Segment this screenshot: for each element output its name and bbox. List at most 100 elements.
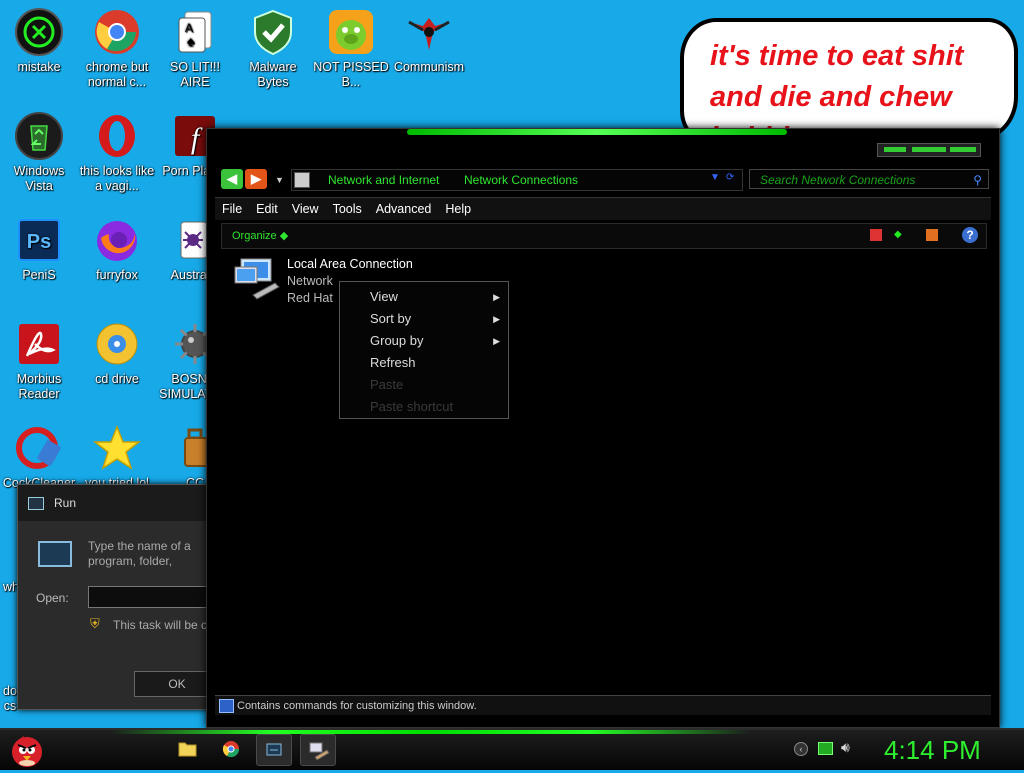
run-dialog-titlebar[interactable]: Run: [18, 485, 218, 521]
uac-shield-icon: ⛨: [90, 616, 100, 631]
desktop-icon-label: NOT PISSED B...: [313, 60, 389, 89]
desktop-icon-cockcleaner[interactable]: CockCleaner: [0, 424, 78, 491]
context-menu-view[interactable]: View ▶: [340, 286, 508, 308]
breadcrumb-network-and-internet[interactable]: Network and Internet: [328, 170, 439, 190]
context-menu-label: Paste shortcut: [370, 399, 454, 414]
emblem-icon: [405, 8, 453, 56]
run-dialog[interactable]: Run Type the name of a program, folder, …: [17, 484, 400, 710]
run-icon: [266, 743, 282, 756]
solitaire-icon: A ♠: [171, 8, 219, 56]
recent-pages-dropdown-icon[interactable]: ▼: [275, 175, 284, 185]
menu-file[interactable]: File: [215, 198, 249, 220]
desktop-icon-opera[interactable]: this looks like a vagi...: [78, 112, 156, 194]
desktop-icon-cd-drive[interactable]: cd drive: [78, 320, 156, 387]
nav-buttons: ◀ ▶: [221, 169, 271, 189]
ccleaner-icon: [15, 424, 63, 472]
minimize-button[interactable]: [884, 147, 906, 152]
connection-name: Local Area Connection: [287, 257, 413, 271]
desktop-icon-furryfox[interactable]: furryfox: [78, 216, 156, 283]
address-dropdown-icon[interactable]: ▼: [710, 172, 720, 183]
star-icon: [92, 424, 142, 472]
desktop-icon-chrome[interactable]: chrome but normal c...: [78, 8, 156, 90]
submenu-arrow-icon: ▶: [493, 336, 500, 346]
desktop-icon-label: chrome but normal c...: [85, 60, 149, 89]
angry-bird-icon: [12, 736, 42, 767]
open-input[interactable]: [88, 586, 220, 608]
desktop-icon-mistake[interactable]: mistake: [0, 8, 78, 75]
volume-icon[interactable]: 🔊︎: [841, 739, 850, 756]
command-bar: Organize ◆ ◆ ?: [221, 223, 987, 249]
breadcrumb-network-connections[interactable]: Network Connections: [464, 170, 578, 190]
opera-icon: [93, 112, 141, 160]
chrome-icon: [93, 8, 141, 56]
forward-button[interactable]: ▶: [245, 169, 267, 189]
back-button[interactable]: ◀: [221, 169, 243, 189]
taskbar: ‹ 🔊︎ 4:14 PM: [0, 728, 1024, 770]
views-icon[interactable]: [870, 229, 882, 241]
caption-buttons[interactable]: [877, 143, 981, 157]
photoshop-icon: Ps: [15, 216, 63, 264]
address-bar[interactable]: Network and Internet Network Connections…: [291, 169, 743, 191]
desktop-icon-morbius-reader[interactable]: Morbius Reader: [0, 320, 78, 402]
run-icon: [28, 497, 44, 510]
menu-help[interactable]: Help: [438, 198, 478, 220]
shield-check-icon: [249, 8, 297, 56]
search-placeholder: Search Network Connections: [760, 173, 916, 187]
control-panel-icon: [294, 172, 310, 188]
desktop-icon-label: Morbius Reader: [16, 372, 62, 401]
search-icon[interactable]: ⚲: [973, 170, 982, 190]
help-icon[interactable]: ?: [962, 227, 978, 243]
menu-tools[interactable]: Tools: [326, 198, 369, 220]
maximize-button[interactable]: [912, 147, 946, 152]
desktop-icon-windows-vista[interactable]: Windows Vista: [0, 112, 78, 194]
desktop-icon-solitaire[interactable]: A ♠ SO LIT!!! AIRE: [156, 8, 234, 90]
menu-advanced[interactable]: Advanced: [369, 198, 439, 220]
desktop-icon-label: PeniS: [22, 268, 56, 282]
search-box[interactable]: Search Network Connections ⚲: [749, 169, 989, 189]
network-connections-window[interactable]: ◀ ▶ ▼ Network and Internet Network Conne…: [206, 128, 1000, 728]
run-program-icon: [38, 541, 72, 567]
taskbar-network-button[interactable]: [300, 734, 336, 766]
organize-button[interactable]: Organize ◆: [232, 224, 288, 248]
refresh-icon[interactable]: ⟳: [726, 172, 734, 183]
open-label: Open:: [36, 591, 69, 605]
desktop-icon-malware-bytes[interactable]: Malware Bytes: [234, 8, 312, 90]
start-button[interactable]: [8, 732, 46, 768]
context-menu-group-by[interactable]: Group by ▶: [340, 330, 508, 352]
desktop-icon-label: Communism: [393, 60, 465, 74]
context-menu-label: Paste: [370, 377, 404, 392]
desktop-icon-label: SO LIT!!! AIRE: [169, 60, 220, 89]
menu-view[interactable]: View: [285, 198, 326, 220]
recycle-bin-icon: [15, 112, 63, 160]
context-menu-label: Sort by: [370, 311, 412, 326]
status-icon: [219, 699, 234, 713]
network-adapter-icon: [231, 257, 281, 301]
submenu-arrow-icon: ▶: [493, 292, 500, 302]
context-menu-sort-by[interactable]: Sort by ▶: [340, 308, 508, 330]
show-hidden-icons-icon[interactable]: ‹: [794, 742, 808, 756]
context-menu-label: Group by: [370, 333, 424, 348]
submenu-arrow-icon: ▶: [493, 314, 500, 324]
clock[interactable]: 4:14 PM: [884, 734, 981, 766]
views-dropdown-icon[interactable]: ◆: [894, 229, 906, 241]
context-menu-refresh[interactable]: Refresh: [340, 352, 508, 374]
menu-bar: File Edit View Tools Advanced Help: [215, 197, 991, 220]
desktop-icon-label: mistake: [17, 60, 61, 74]
acrobat-icon: [15, 320, 63, 368]
desktop-icon-communism[interactable]: Communism: [390, 8, 468, 75]
context-menu-label: View: [370, 289, 398, 304]
desktop-icon-penis[interactable]: Ps PeniS: [0, 216, 78, 283]
taskbar-run-button[interactable]: [256, 734, 292, 766]
chrome-icon: [222, 741, 240, 758]
desktop-icon-you-tried[interactable]: you tried lol: [78, 424, 156, 491]
preview-pane-icon[interactable]: [926, 229, 938, 241]
organize-label: Organize: [232, 230, 277, 242]
taskbar-explorer-button[interactable]: [170, 734, 204, 764]
taskbar-chrome-button[interactable]: [214, 734, 248, 764]
desktop-icon-not-pissed[interactable]: NOT PISSED B...: [312, 8, 390, 90]
network-tray-icon[interactable]: [818, 742, 833, 755]
menu-edit[interactable]: Edit: [249, 198, 285, 220]
svg-text:Ps: Ps: [27, 231, 51, 253]
close-button[interactable]: [950, 147, 976, 152]
desktop-icon-label: Windows Vista: [13, 164, 65, 193]
